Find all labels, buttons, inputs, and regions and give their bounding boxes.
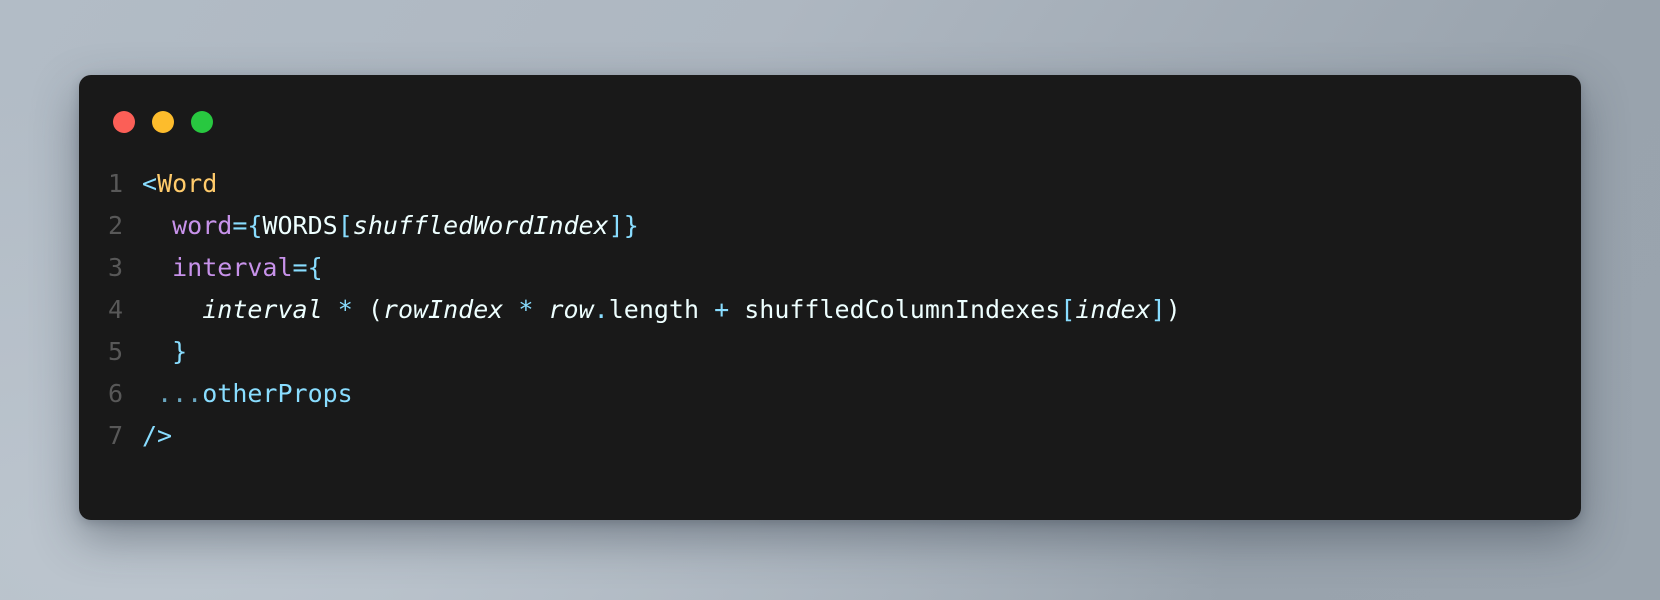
code-line[interactable]: 2 word={WORDS[shuffledWordIndex]}: [79, 205, 1581, 247]
code-token: ...: [157, 379, 203, 408]
code-token: .: [593, 295, 609, 324]
code-token: }: [623, 211, 639, 240]
code-line-content[interactable]: <Word: [142, 163, 1581, 205]
line-number: 6: [107, 379, 123, 408]
code-token: Word: [157, 169, 218, 198]
code-token: {: [307, 253, 323, 282]
code-line-content[interactable]: />: [142, 415, 1581, 457]
code-token: (: [367, 295, 383, 324]
code-token: *: [337, 295, 353, 324]
code-token: shuffledColumnIndexes: [744, 295, 1061, 324]
line-number: 3: [107, 253, 123, 282]
code-token: shuffledWordIndex: [352, 211, 609, 240]
code-token: }: [172, 337, 188, 366]
code-token: interval: [202, 295, 323, 324]
line-number: 7: [107, 421, 123, 450]
page-background: 1 <Word 2 word={WORDS[shuffledWordIndex]} 3…: [0, 0, 1660, 600]
code-token: index: [1075, 295, 1151, 324]
code-token: [: [337, 211, 353, 240]
code-token: <: [142, 169, 158, 198]
code-token: {: [247, 211, 263, 240]
code-token: interval: [172, 253, 293, 282]
code-line-content[interactable]: word={WORDS[shuffledWordIndex]}: [142, 205, 1581, 247]
code-token: ): [1165, 295, 1181, 324]
code-line[interactable]: 6 ...otherProps: [79, 373, 1581, 415]
code-token: *: [518, 295, 534, 324]
code-token: WORDS: [262, 211, 338, 240]
minimize-button-icon[interactable]: [152, 111, 174, 133]
code-token: [: [1060, 295, 1076, 324]
code-token: ]: [608, 211, 624, 240]
code-line[interactable]: 7 />: [79, 415, 1581, 457]
code-token: length: [608, 295, 700, 324]
code-snippet-window: 1 <Word 2 word={WORDS[shuffledWordIndex]} 3…: [79, 75, 1581, 520]
code-line-content[interactable]: interval * (rowIndex * row.length + shuf…: [142, 289, 1581, 331]
code-line[interactable]: 3 interval={: [79, 247, 1581, 289]
window-title-bar: [113, 111, 213, 133]
code-token: row: [548, 295, 594, 324]
code-token: +: [714, 295, 730, 324]
code-token: rowIndex: [382, 295, 504, 324]
code-token: =: [292, 253, 308, 282]
code-line-content[interactable]: }: [142, 331, 1581, 373]
line-number: 4: [107, 295, 123, 324]
code-token: word: [172, 211, 233, 240]
code-token: ]: [1150, 295, 1166, 324]
code-token: otherProps: [202, 379, 353, 408]
code-line-content[interactable]: interval={: [142, 247, 1581, 289]
line-number: 5: [107, 337, 123, 366]
code-line-content[interactable]: ...otherProps: [142, 373, 1581, 415]
code-token: =: [232, 211, 248, 240]
code-line[interactable]: 1 <Word: [79, 163, 1581, 205]
line-number: 1: [107, 169, 123, 198]
code-line[interactable]: 5 }: [79, 331, 1581, 373]
code-token: />: [142, 421, 173, 450]
line-number: 2: [107, 211, 123, 240]
maximize-button-icon[interactable]: [191, 111, 213, 133]
code-line[interactable]: 4 interval * (rowIndex * row.length + sh…: [79, 289, 1581, 331]
close-button-icon[interactable]: [113, 111, 135, 133]
code-editor-area[interactable]: 1 <Word 2 word={WORDS[shuffledWordIndex]} 3…: [79, 163, 1581, 457]
